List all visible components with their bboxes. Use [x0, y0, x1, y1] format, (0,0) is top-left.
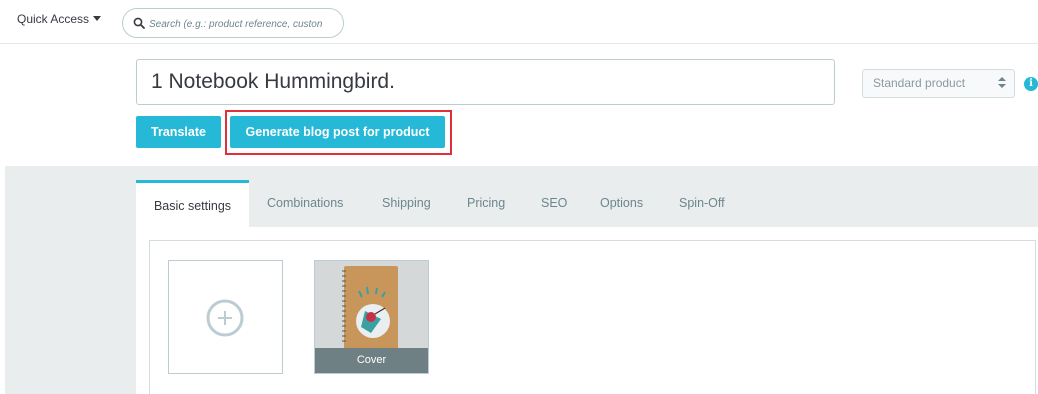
tab-label: Combinations	[267, 196, 344, 210]
select-arrows-icon	[998, 76, 1006, 90]
tab-label: Pricing	[467, 196, 506, 210]
tab-label: Basic settings	[153, 199, 232, 213]
top-header: Quick Access	[0, 0, 1038, 44]
search-icon	[133, 17, 145, 29]
notebook-image	[315, 261, 428, 351]
quick-access-dropdown[interactable]: Quick Access	[17, 12, 102, 26]
tab-basic-settings[interactable]: Basic settings	[136, 180, 249, 227]
search-box[interactable]	[122, 8, 344, 38]
product-type-value: Standard product	[873, 76, 966, 90]
translate-button[interactable]: Translate	[136, 116, 221, 148]
left-edge	[0, 166, 5, 394]
tab-combinations[interactable]: Combinations	[267, 180, 343, 227]
info-icon[interactable]: i	[1024, 77, 1038, 91]
tab-options[interactable]: Options	[600, 180, 643, 227]
tab-label: Spin-Off	[679, 196, 725, 210]
cover-image-thumbnail[interactable]: Cover	[314, 260, 429, 374]
product-name-value: 1 Notebook Hummingbird.	[151, 70, 395, 93]
tab-spin-off[interactable]: Spin-Off	[679, 180, 725, 227]
tab-seo[interactable]: SEO	[541, 180, 567, 227]
product-tabs: Basic settings Combinations Shipping Pri…	[136, 180, 1038, 227]
product-type-select[interactable]: Standard product	[862, 69, 1015, 98]
cover-label: Cover	[315, 348, 428, 373]
caret-down-icon	[93, 16, 102, 21]
generate-blog-post-button[interactable]: Generate blog post for product	[230, 116, 445, 148]
plus-circle-icon	[206, 299, 244, 337]
quick-access-label: Quick Access	[17, 12, 90, 26]
search-input[interactable]	[149, 15, 339, 33]
tab-pricing[interactable]: Pricing	[467, 180, 505, 227]
tab-shipping[interactable]: Shipping	[382, 180, 431, 227]
tab-label: Shipping	[382, 196, 431, 210]
add-image-button[interactable]	[168, 260, 283, 374]
tab-label: SEO	[541, 196, 568, 210]
product-name-field[interactable]: 1 Notebook Hummingbird.	[136, 59, 835, 105]
tab-label: Options	[600, 196, 644, 210]
